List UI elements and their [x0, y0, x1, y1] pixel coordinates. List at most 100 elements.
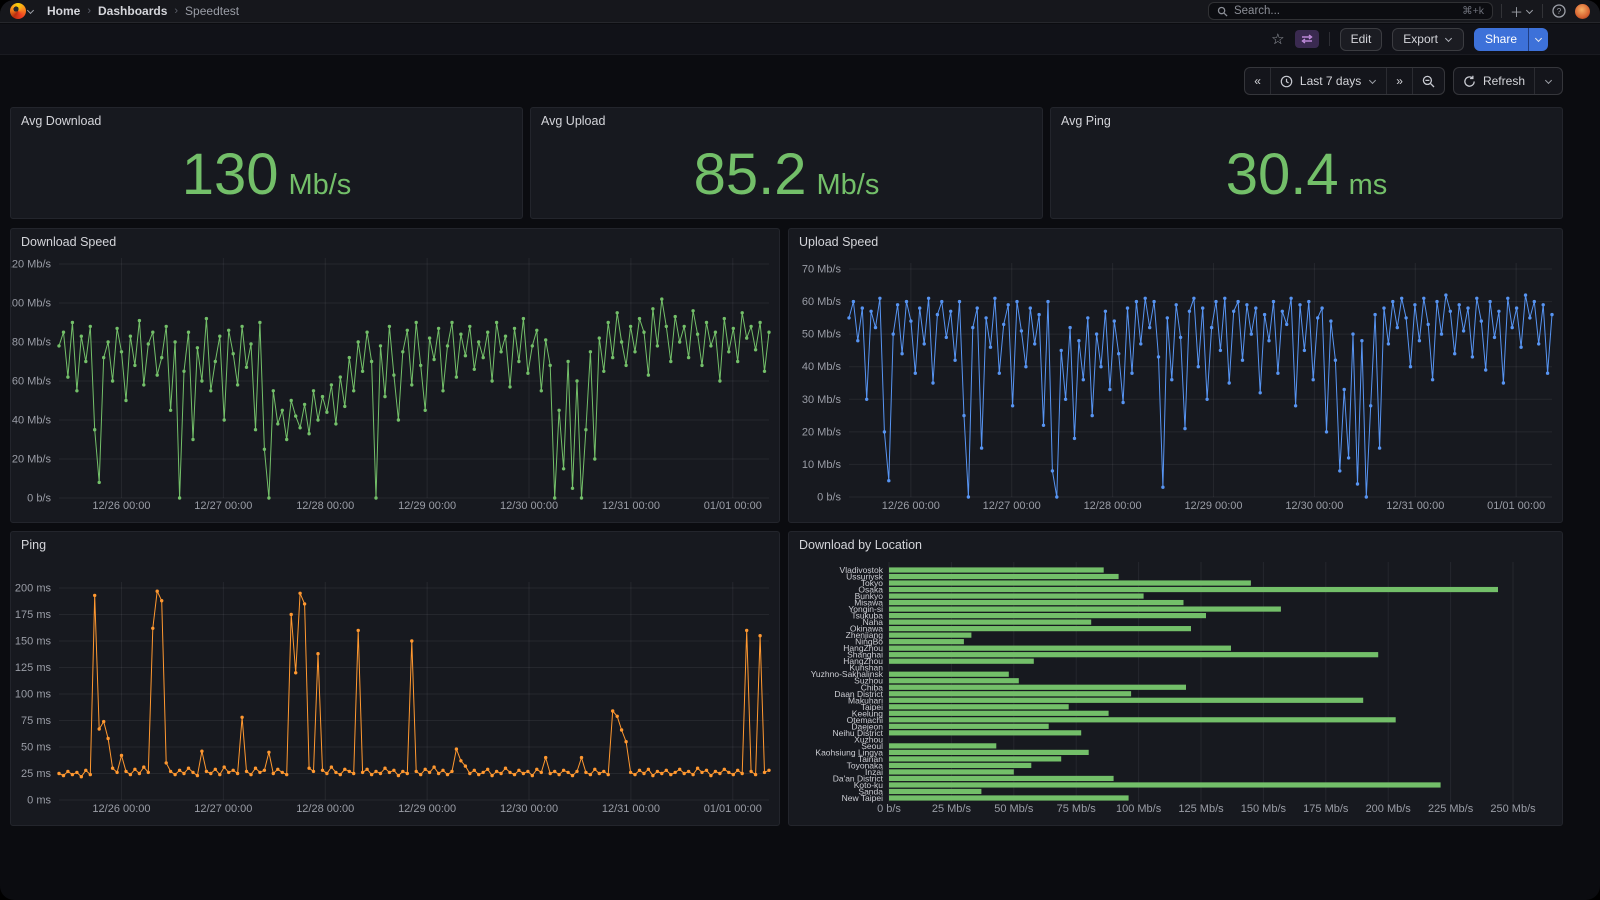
- stat-number: 85.2: [694, 146, 807, 204]
- bar[interactable]: [889, 685, 1186, 690]
- bar[interactable]: [889, 717, 1396, 722]
- search-placeholder: Search...: [1234, 5, 1280, 17]
- y-tick-label: 60 Mb/s: [802, 296, 842, 308]
- time-shift-forward-button[interactable]: »: [1386, 68, 1412, 94]
- bar[interactable]: [889, 652, 1378, 657]
- bar[interactable]: [889, 724, 1049, 729]
- series-line[interactable]: [59, 299, 769, 498]
- stat-unit: Mb/s: [288, 169, 351, 202]
- grafana-window: Home › Dashboards › Speedtest Search... …: [0, 0, 1600, 900]
- svg-text:?: ?: [1557, 7, 1562, 16]
- bar[interactable]: [889, 639, 964, 644]
- bar[interactable]: [889, 776, 1114, 781]
- download-by-location-chart[interactable]: 0 b/s25 Mb/s50 Mb/s75 Mb/s100 Mb/s125 Mb…: [789, 554, 1562, 821]
- breadcrumb-current: Speedtest: [185, 4, 239, 18]
- bar[interactable]: [889, 580, 1251, 585]
- series-points[interactable]: [847, 293, 1553, 498]
- bar[interactable]: [889, 593, 1144, 598]
- bar[interactable]: [889, 763, 1031, 768]
- series-line[interactable]: [849, 295, 1552, 497]
- bar[interactable]: [889, 646, 1231, 651]
- export-button[interactable]: Export: [1392, 28, 1464, 51]
- category-labels: VladivostokUssuriyskTokyoOsakaBunkyoMisa…: [811, 565, 884, 803]
- x-tick-label: 12/26 00:00: [92, 500, 150, 512]
- panel-title: Download by Location: [789, 532, 1562, 554]
- zoom-out-button[interactable]: [1412, 68, 1444, 94]
- panel-title: Avg Upload: [531, 108, 1042, 130]
- grafana-logo-icon[interactable]: [10, 3, 26, 19]
- refresh-interval-button[interactable]: [1534, 68, 1562, 94]
- bar[interactable]: [889, 672, 1009, 677]
- share-options-button[interactable]: [1528, 28, 1548, 51]
- breadcrumb-dashboards[interactable]: Dashboards: [98, 4, 167, 18]
- bars[interactable]: [889, 567, 1498, 800]
- bar[interactable]: [889, 620, 1091, 625]
- stat-unit: ms: [1349, 169, 1388, 202]
- bar[interactable]: [889, 743, 996, 748]
- bar[interactable]: [889, 704, 1069, 709]
- download-speed-chart[interactable]: 0 b/s20 Mb/s40 Mb/s60 Mb/s80 Mb/s100 Mb/…: [11, 251, 779, 518]
- ping-chart[interactable]: 0 ms25 ms50 ms75 ms100 ms125 ms150 ms175…: [11, 554, 779, 821]
- public-dashboard-icon[interactable]: [1295, 30, 1319, 48]
- y-tick-label: 0 b/s: [817, 492, 841, 504]
- bar[interactable]: [889, 633, 971, 638]
- bar[interactable]: [889, 789, 981, 794]
- bar[interactable]: [889, 711, 1109, 716]
- star-icon[interactable]: ☆: [1271, 32, 1284, 47]
- bar[interactable]: [889, 691, 1131, 696]
- chevron-down-icon: [1535, 34, 1542, 41]
- bar[interactable]: [889, 769, 1014, 774]
- bar[interactable]: [889, 600, 1184, 605]
- panel-title: Avg Download: [11, 108, 522, 130]
- chevron-down-icon: [1545, 76, 1552, 83]
- panel-title: Download Speed: [11, 229, 779, 251]
- bar[interactable]: [889, 795, 1129, 800]
- download-by-location-panel: Download by Location 0 b/s25 Mb/s50 Mb/s…: [788, 531, 1563, 826]
- bar[interactable]: [889, 782, 1441, 787]
- help-icon[interactable]: ?: [1551, 2, 1567, 20]
- time-controls-row: « Last 7 days »: [0, 64, 1600, 98]
- series-points[interactable]: [57, 297, 770, 499]
- share-button[interactable]: Share: [1474, 28, 1528, 51]
- edit-button[interactable]: Edit: [1340, 28, 1383, 51]
- x-tick-label: 250 Mb/s: [1490, 803, 1536, 815]
- y-tick-label: 40 Mb/s: [802, 361, 842, 373]
- time-shift-back-button[interactable]: «: [1245, 68, 1270, 94]
- series-line[interactable]: [59, 591, 769, 777]
- refresh-icon: [1463, 75, 1476, 88]
- bar[interactable]: [889, 626, 1191, 631]
- bar[interactable]: [889, 678, 1019, 683]
- x-tick-label: 12/31 00:00: [602, 803, 660, 815]
- bar[interactable]: [889, 750, 1089, 755]
- x-tick-label: 12/29 00:00: [1184, 500, 1242, 512]
- category-label: New Taipei: [842, 793, 884, 803]
- stat-value: 30.4 ms: [1051, 146, 1562, 204]
- x-tick-label: 12/28 00:00: [1084, 500, 1142, 512]
- bar[interactable]: [889, 698, 1363, 703]
- bar[interactable]: [889, 613, 1206, 618]
- x-tick-label: 12/28 00:00: [296, 500, 354, 512]
- y-tick-label: 150 ms: [15, 636, 52, 648]
- bar[interactable]: [889, 587, 1498, 592]
- bar[interactable]: [889, 659, 1034, 664]
- search-input[interactable]: Search... ⌘+k: [1208, 2, 1493, 20]
- bar[interactable]: [889, 567, 1104, 572]
- bar[interactable]: [889, 756, 1061, 761]
- y-tick-label: 60 Mb/s: [12, 376, 52, 388]
- time-range-picker[interactable]: Last 7 days: [1270, 68, 1386, 94]
- chevron-down-icon[interactable]: [27, 6, 34, 13]
- stat-value: 130 Mb/s: [11, 146, 522, 204]
- upload-speed-chart[interactable]: 0 b/s10 Mb/s20 Mb/s30 Mb/s40 Mb/s50 Mb/s…: [789, 251, 1562, 518]
- x-tick-label: 12/27 00:00: [194, 500, 252, 512]
- add-new-button[interactable]: ＋: [1510, 2, 1534, 20]
- bar[interactable]: [889, 606, 1281, 611]
- avatar[interactable]: [1575, 4, 1590, 19]
- breadcrumb-home[interactable]: Home: [47, 4, 80, 18]
- axis-labels: 0 ms25 ms50 ms75 ms100 ms125 ms150 ms175…: [15, 583, 762, 816]
- bar[interactable]: [889, 730, 1081, 735]
- y-tick-label: 175 ms: [15, 609, 52, 621]
- bar[interactable]: [889, 574, 1119, 579]
- download-speed-panel: Download Speed 0 b/s20 Mb/s40 Mb/s60 Mb/…: [10, 228, 780, 523]
- chevron-down-icon: [1369, 76, 1376, 83]
- refresh-button[interactable]: Refresh: [1454, 68, 1534, 94]
